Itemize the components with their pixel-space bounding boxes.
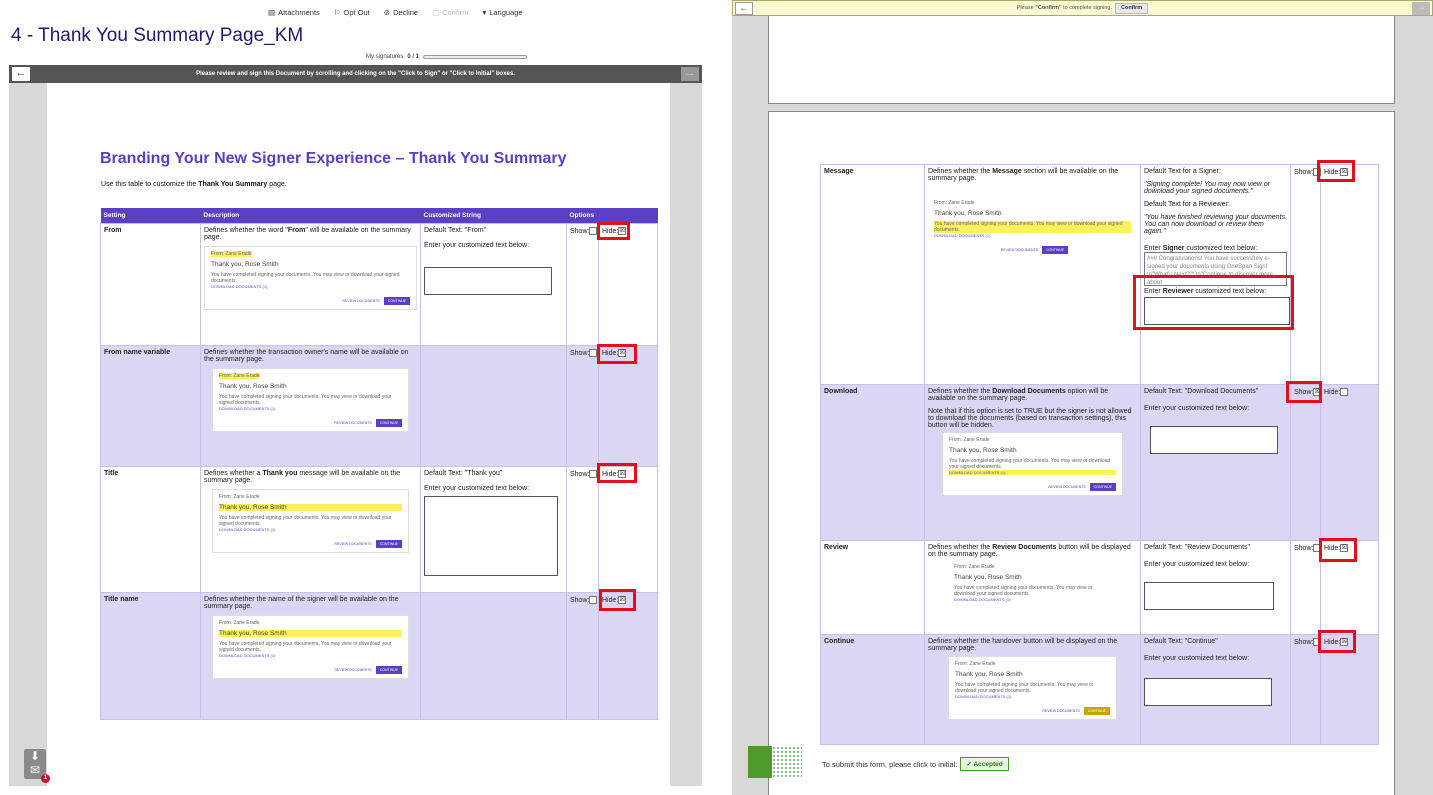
highlight-box: [599, 589, 636, 611]
confirm-button[interactable]: Confirm: [1115, 3, 1149, 14]
confirm-banner: ← Please "Confirm" to complete signing. C…: [732, 0, 1433, 16]
custom-text-input[interactable]: [1144, 582, 1274, 610]
right-gutter: [670, 83, 702, 786]
table-row: Message Defines whether the Message sect…: [820, 164, 1379, 385]
custom-text-input[interactable]: [1150, 426, 1278, 454]
signature-progress-bar: [423, 55, 528, 59]
page-heading: Branding Your New Signer Experience – Th…: [100, 150, 567, 167]
summary-preview: From: Zane Erade Thank you, Rose Smith You…: [942, 432, 1123, 496]
show-checkbox[interactable]: [589, 595, 598, 604]
paperclip-icon: ▤: [268, 7, 276, 17]
opt-out-button[interactable]: ⚐ Opt Out: [334, 8, 370, 17]
highlight-box: [597, 344, 637, 364]
decline-icon: ⊘: [383, 7, 391, 17]
highlight-box: [597, 222, 630, 240]
summary-preview: From: Zane Erade Thank you, Rose Smith You…: [212, 367, 409, 432]
next-arrow-icon[interactable]: →: [681, 67, 699, 81]
hide-checkbox[interactable]: [1340, 388, 1349, 396]
table-row: Continue Defines whether the handover bu…: [820, 634, 1379, 745]
right-pane: ← Please "Confirm" to complete signing. C…: [732, 0, 1433, 795]
document-title: 4 - Thank You Summary Page_KM: [11, 25, 304, 46]
summary-preview: From: Zane Erade Thank you, Rose Smith You…: [928, 196, 1137, 258]
highlight-box: [1133, 275, 1294, 330]
previous-arrow-icon[interactable]: ←: [735, 2, 753, 15]
highlight-box: [1318, 630, 1356, 653]
initial-tab[interactable]: [748, 746, 772, 778]
custom-text-input[interactable]: [424, 266, 552, 295]
attachments-button[interactable]: ▤ Attachments: [268, 8, 320, 17]
submit-row: To submit this form, please click to ini…: [822, 757, 1009, 771]
highlight-box: [1317, 160, 1355, 182]
chevron-down-icon: ▾: [482, 7, 487, 17]
language-dropdown[interactable]: ▾ Language: [482, 8, 522, 17]
highlight-box: [1286, 381, 1322, 403]
custom-text-input[interactable]: [424, 495, 558, 576]
initial-tab-pattern: [772, 746, 802, 778]
table-row: Review Defines whether the Review Docume…: [820, 540, 1379, 635]
decline-button[interactable]: ⊘ Decline: [384, 8, 418, 17]
next-arrow-icon[interactable]: →: [1412, 2, 1430, 15]
summary-preview: From: Zane Erade Thank you, Rose Smith You…: [204, 245, 417, 310]
settings-table: Setting Description Customized String Op…: [100, 208, 658, 720]
left-pane: ▤ Attachments ⚐ Opt Out ⊘ Decline ▢ Confirm …: [0, 0, 706, 795]
accepted-initial[interactable]: ✓ Accepted: [960, 757, 1009, 771]
toolbar: ▤ Attachments ⚐ Opt Out ⊘ Decline ▢ Confirm …: [268, 5, 523, 19]
table-row: Title Defines whether a Thank you messag…: [100, 465, 658, 593]
document-page: [768, 16, 1395, 104]
summary-preview: From: Zane Erade Thank you, Rose Smith You…: [948, 560, 1117, 606]
settings-table: Message Defines whether the Message sect…: [820, 164, 1379, 745]
my-signatures: My signatures 0 / 1: [366, 54, 528, 60]
custom-text-input[interactable]: [1144, 678, 1272, 706]
summary-preview: From: Zane Erade Thank you, Rose Smith You…: [948, 656, 1117, 720]
table-row: Title name Defines whether the name of t…: [100, 591, 658, 720]
opt-out-icon: ⚐: [333, 7, 341, 17]
summary-preview: From: Zane Erade Thank you, Rose Smith You…: [212, 614, 409, 679]
previous-arrow-icon[interactable]: ←: [12, 67, 30, 81]
highlight-box: [597, 463, 637, 483]
highlight-box: [1319, 538, 1357, 562]
notification-badge: 1: [41, 774, 50, 783]
intro-text: Use this table to customize the Thank Yo…: [101, 181, 287, 188]
table-header: Setting Description Customized String Op…: [100, 208, 658, 223]
confirm-button[interactable]: ▢ Confirm: [432, 8, 468, 17]
summary-preview: From: Zane Erade Thank you, Rose Smith You…: [212, 488, 409, 553]
table-row: Download Defines whether the Download Do…: [820, 384, 1379, 541]
confirm-icon: ▢: [432, 7, 440, 17]
table-row: From name variable Defines whether the t…: [100, 344, 658, 467]
document-nav-bar: ← Please review and sign this Document b…: [9, 65, 702, 83]
table-row: From Defines whether the word "From" wil…: [100, 222, 658, 346]
left-gutter: [9, 83, 47, 786]
